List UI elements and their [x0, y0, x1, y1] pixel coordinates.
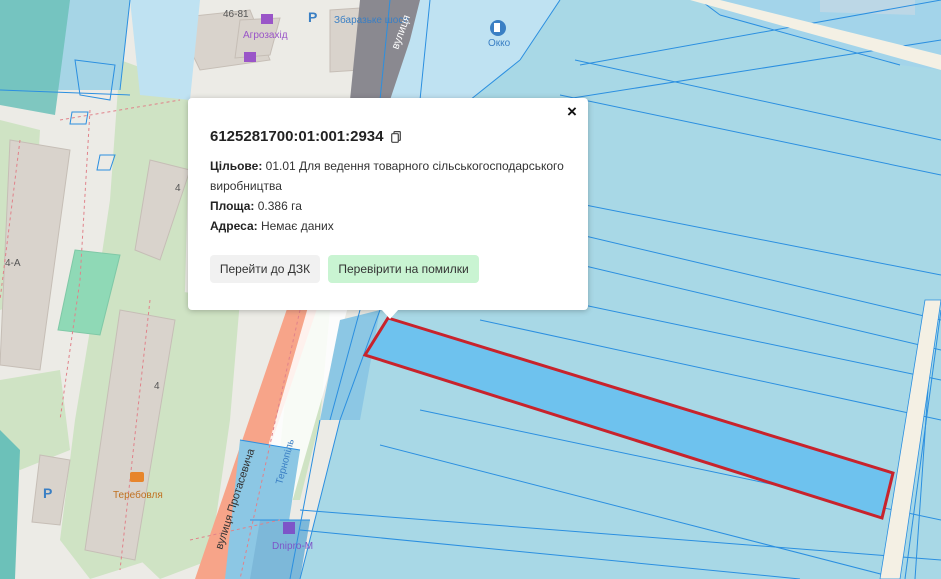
- address-label: Адреса:: [210, 219, 258, 233]
- agrozahid-label: Агрозахід: [243, 30, 288, 41]
- go-to-dzk-button[interactable]: Перейти до ДЗК: [210, 255, 320, 283]
- purpose-label: Цільове:: [210, 159, 263, 173]
- area-value: 0.386 га: [257, 199, 302, 213]
- copy-icon[interactable]: [390, 130, 401, 143]
- area-label: Площа:: [210, 199, 255, 213]
- house-4-top-label: 4: [175, 183, 181, 194]
- purpose-value: 01.01 Для ведення товарного сільськогосп…: [210, 159, 564, 193]
- parking-top-label: P: [308, 9, 317, 25]
- cadastral-number-title: 6125281700:01:001:2934: [210, 128, 401, 145]
- address-row: Адреса: Немає даних: [210, 216, 575, 236]
- parcel-info-popup: × 6125281700:01:001:2934 Цільове: 01.01 …: [188, 98, 588, 319]
- house-4a-label: 4-А: [5, 258, 21, 269]
- cadastral-number: 6125281700:01:001:2934: [210, 128, 384, 145]
- close-icon[interactable]: ×: [563, 103, 581, 121]
- check-errors-button[interactable]: Перевірити на помилки: [328, 255, 479, 283]
- okko-label: Окко: [488, 38, 511, 49]
- parking-icon-bottom[interactable]: P: [43, 485, 52, 501]
- house-4-mid-label: 4: [154, 381, 160, 392]
- restaurant-icon[interactable]: [283, 522, 295, 534]
- purpose-row: Цільове: 01.01 Для ведення товарного сіл…: [210, 156, 575, 196]
- parking-bottom-label: P: [43, 485, 52, 501]
- fuel-station-icon[interactable]: [490, 20, 506, 36]
- house-number-label: 46-81: [223, 9, 249, 20]
- terebovlia-label: Теребовля: [113, 489, 163, 501]
- parking-icon-top[interactable]: P: [308, 9, 317, 25]
- cafe-icon[interactable]: [130, 472, 144, 482]
- address-value: Немає даних: [260, 219, 334, 233]
- parcel-details: Цільове: 01.01 Для ведення товарного сіл…: [210, 156, 575, 236]
- dnipro-label: Dnipro-М: [272, 541, 313, 552]
- area-row: Площа: 0.386 га: [210, 196, 575, 216]
